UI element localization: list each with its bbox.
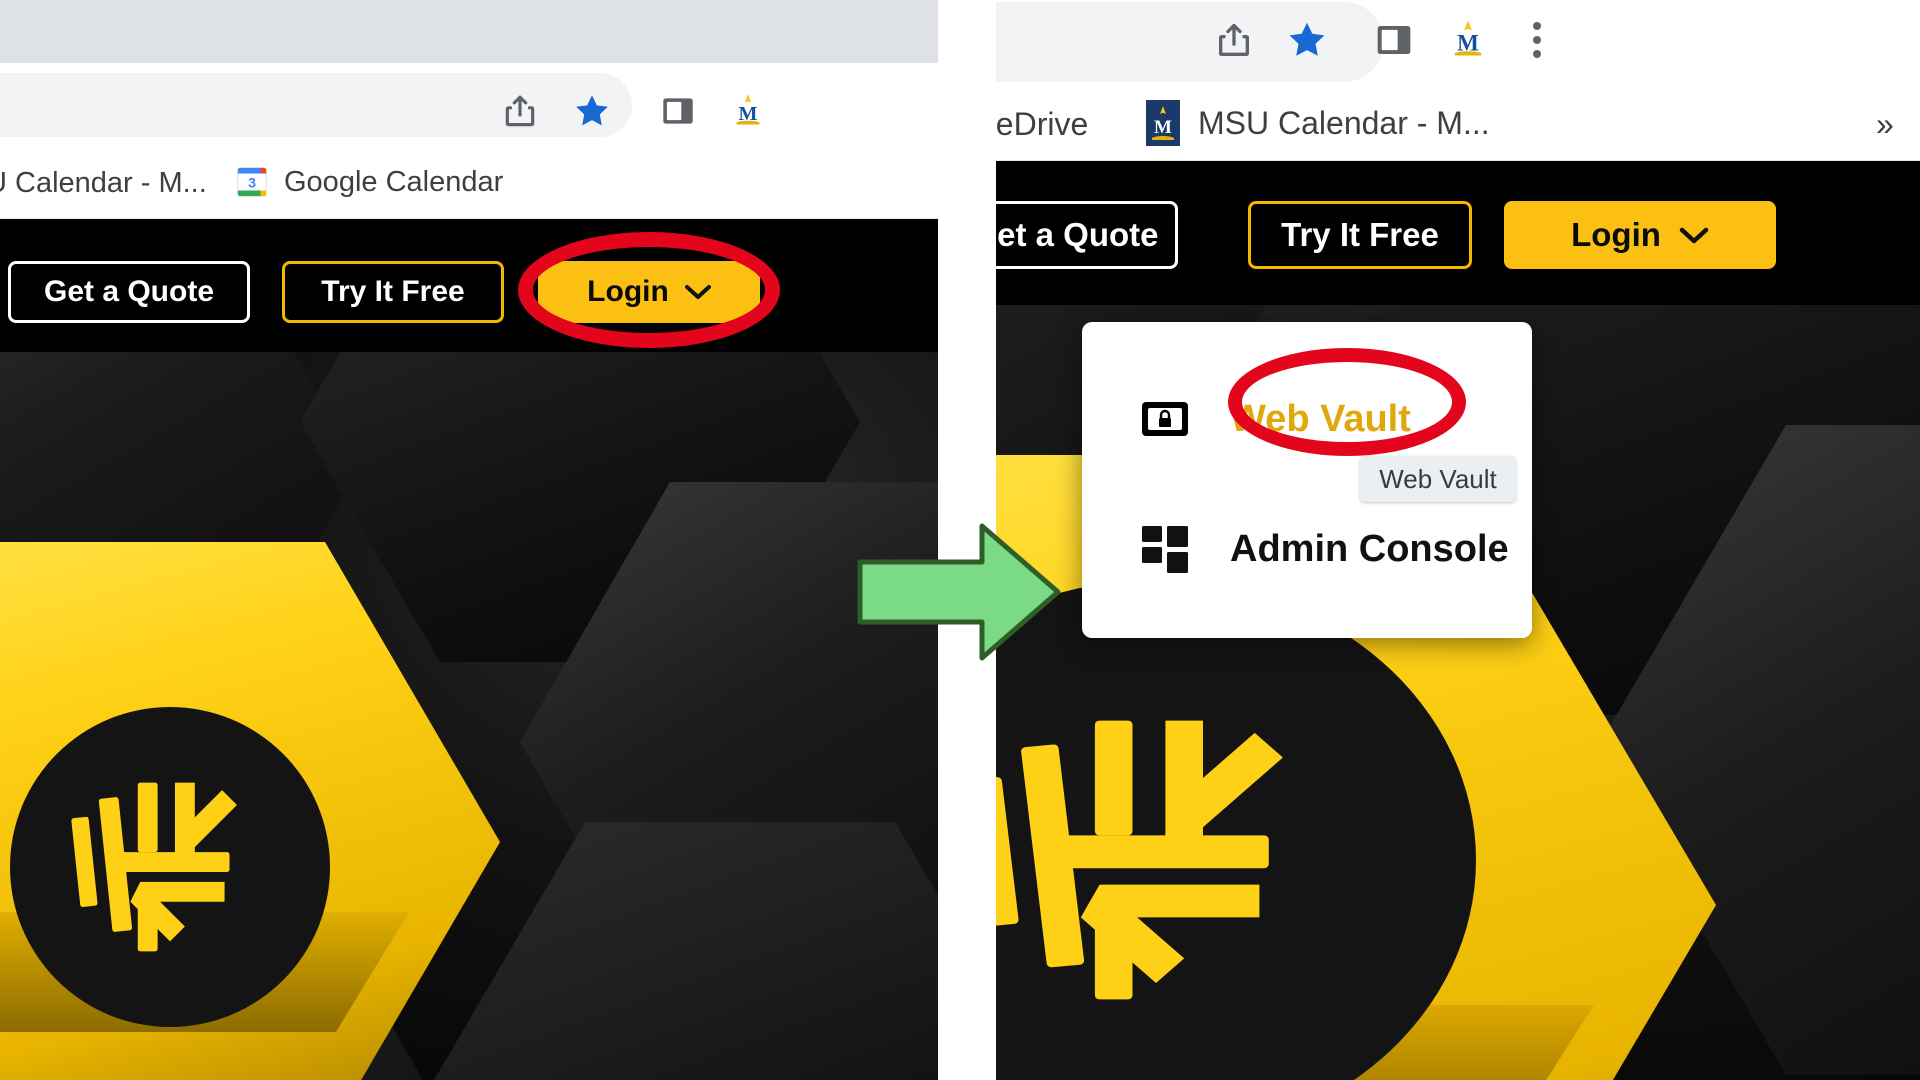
overflow-chevrons-icon: »: [1876, 105, 1894, 142]
site-navbar: Get a Quote Try It Free Login: [996, 161, 1920, 305]
side-panel-icon[interactable]: [1366, 12, 1422, 68]
try-it-free-button[interactable]: Try It Free: [1248, 201, 1472, 269]
bookmarks-bar: U Calendar - M... 3 Google Calendar: [0, 147, 938, 219]
dropdown-item-admin-console[interactable]: Admin Console: [1138, 518, 1509, 580]
tab-strip: [0, 0, 938, 63]
bookmark-label: neDrive: [996, 105, 1089, 142]
dropdown-label-admin-console: Admin Console: [1230, 527, 1509, 570]
browser-toolbar: M: [0, 63, 938, 147]
msu-extension-icon[interactable]: M: [722, 85, 774, 137]
share-icon[interactable]: [1206, 12, 1262, 68]
login-label: Login: [1571, 216, 1661, 253]
bookmark-label: Google Calendar: [284, 165, 504, 198]
bookmarks-bar: neDrive M MSU Calendar - M... »: [996, 88, 1920, 161]
bookmark-item[interactable]: U Calendar - M...: [0, 161, 207, 205]
login-button[interactable]: Login: [1504, 201, 1776, 269]
svg-text:M: M: [739, 103, 758, 125]
hero-image: [0, 352, 938, 1080]
site-navbar: Get a Quote Try It Free Login: [0, 219, 938, 352]
login-button-highlight-ellipse: [518, 232, 780, 348]
bookmark-star-icon[interactable]: [566, 85, 618, 137]
bookmark-item[interactable]: 3 Google Calendar: [234, 159, 503, 205]
get-a-quote-button[interactable]: Get a Quote: [996, 201, 1178, 269]
svg-text:3: 3: [248, 176, 256, 192]
grid-squares-icon: [1138, 522, 1192, 576]
bookmark-label: U Calendar - M...: [0, 166, 207, 199]
bookmark-item[interactable]: neDrive: [996, 100, 1088, 148]
bookmarks-overflow-button[interactable]: »: [1876, 100, 1894, 148]
step-arrow-icon: [856, 518, 1062, 666]
share-icon[interactable]: [494, 85, 546, 137]
google-calendar-icon: 3: [234, 164, 270, 200]
lock-vault-icon: [1138, 392, 1192, 446]
svg-text:M: M: [1154, 117, 1172, 138]
bookmark-star-icon[interactable]: [1279, 12, 1335, 68]
msu-logo-icon: M: [1142, 100, 1184, 146]
before-browser-panel: M U Calendar - M... 3 Google Calendar Ge…: [0, 0, 938, 1080]
side-panel-icon[interactable]: [652, 85, 704, 137]
bookmark-label: MSU Calendar - M...: [1198, 104, 1490, 141]
web-vault-highlight-ellipse: [1228, 348, 1466, 456]
chevron-down-icon: [1679, 226, 1709, 244]
three-dot-menu-icon[interactable]: [1511, 12, 1563, 68]
svg-text:M: M: [1457, 30, 1479, 55]
msu-extension-icon[interactable]: M: [1438, 10, 1498, 70]
web-vault-tooltip: Web Vault: [1360, 456, 1516, 502]
browser-toolbar: M: [996, 0, 1920, 88]
after-browser-panel: M neDrive M: [996, 0, 1920, 1080]
bookmark-item[interactable]: M MSU Calendar - M...: [1142, 98, 1490, 148]
try-it-free-button[interactable]: Try It Free: [282, 261, 504, 323]
get-a-quote-button[interactable]: Get a Quote: [8, 261, 250, 323]
brand-monogram-logo: [10, 707, 330, 1027]
tutorial-screenshot-composite: M U Calendar - M... 3 Google Calendar Ge…: [0, 0, 1920, 1080]
